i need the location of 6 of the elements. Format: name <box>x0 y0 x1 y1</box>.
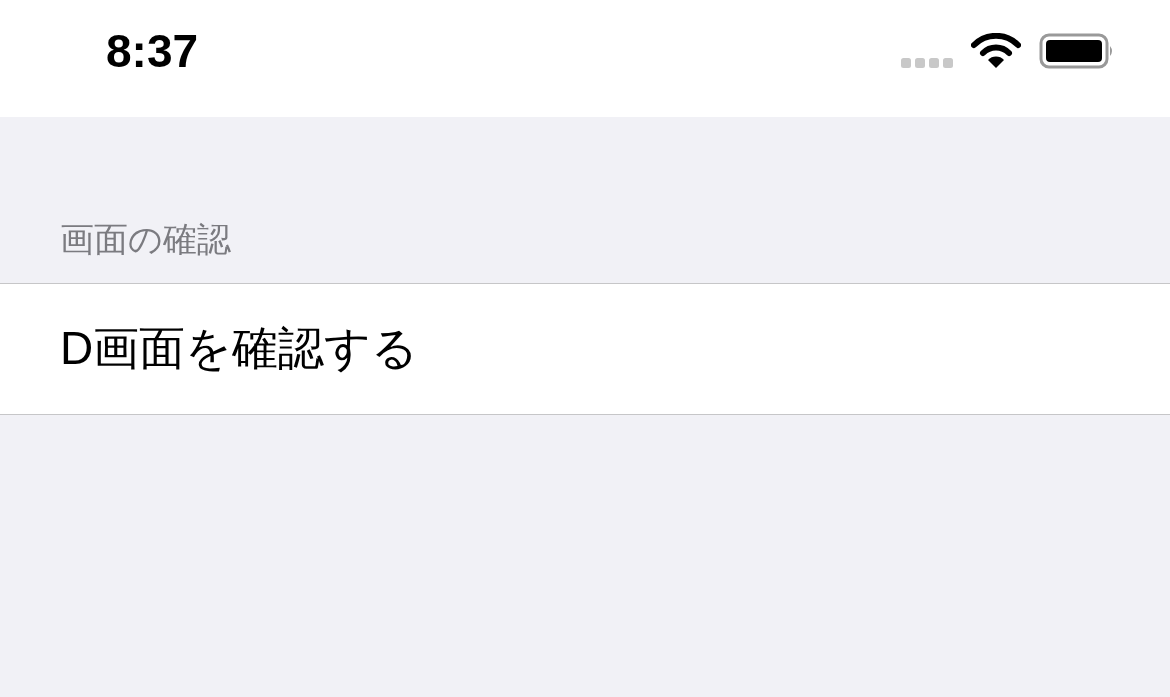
list-row[interactable]: D画面を確認する <box>0 284 1170 414</box>
section-header: 画面の確認 <box>59 219 232 260</box>
signal-icon <box>901 57 953 68</box>
clock-time: 8:37 <box>106 23 199 78</box>
wifi-icon <box>971 32 1021 69</box>
battery-icon <box>1039 32 1115 69</box>
